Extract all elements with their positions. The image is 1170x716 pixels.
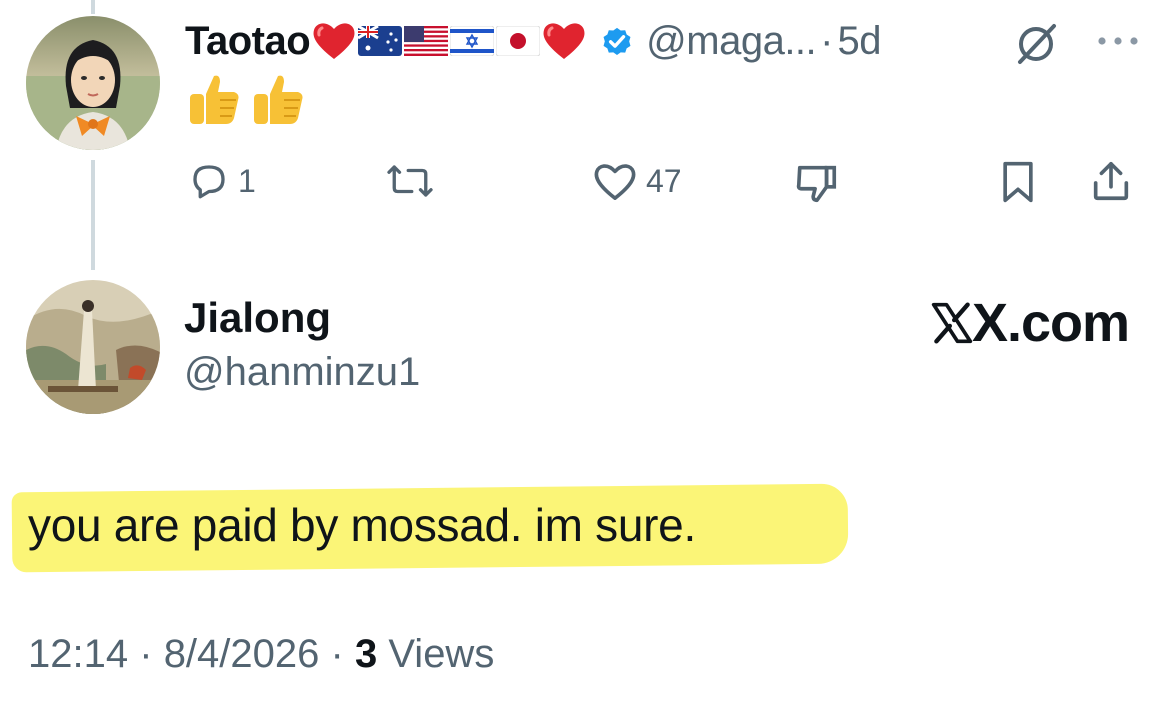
tweet-age[interactable]: 5d bbox=[838, 19, 882, 64]
parent-tweet-header: Taotao @maga... · 5d bbox=[185, 14, 881, 68]
flag-australia-icon bbox=[358, 26, 403, 56]
grok-icon[interactable] bbox=[1014, 20, 1060, 71]
reply-button[interactable]: 1 bbox=[188, 160, 256, 202]
reply-icon bbox=[193, 165, 225, 199]
views-count[interactable]: 3 bbox=[355, 632, 377, 676]
tweet-text: you are paid by mossad. im sure. bbox=[28, 499, 696, 551]
retweet-button[interactable] bbox=[384, 160, 444, 202]
thumbs-down-icon bbox=[796, 165, 837, 203]
like-button[interactable]: 47 bbox=[592, 160, 682, 202]
thumbs-up-icon bbox=[184, 70, 242, 133]
x-com-text: X.com bbox=[972, 293, 1130, 353]
tweet-footer: 12:14 · 8/4/2026 · 3 Views bbox=[28, 632, 494, 677]
red-heart-icon bbox=[312, 21, 356, 61]
display-name[interactable]: Taotao bbox=[185, 19, 311, 64]
handle[interactable]: @hanminzu1 bbox=[184, 350, 420, 395]
handle[interactable]: @maga... bbox=[646, 19, 817, 64]
action-bar: 1 47 bbox=[0, 152, 1170, 208]
red-heart-icon bbox=[542, 21, 586, 61]
separator-dot: · bbox=[139, 632, 153, 676]
share-button[interactable] bbox=[1088, 158, 1134, 204]
reply-count: 1 bbox=[238, 162, 256, 199]
x-com-watermark: X.com bbox=[930, 292, 1130, 354]
share-icon bbox=[1093, 161, 1129, 201]
tweet-date[interactable]: 8/4/2026 bbox=[164, 632, 320, 676]
avatar-jialong[interactable] bbox=[26, 280, 160, 414]
flag-united-states-icon bbox=[404, 26, 449, 56]
verified-badge-icon[interactable] bbox=[600, 24, 634, 58]
separator-dot: · bbox=[820, 18, 834, 63]
x-logo-icon bbox=[931, 302, 973, 344]
bookmark-icon bbox=[1003, 161, 1033, 203]
bookmark-button[interactable] bbox=[998, 160, 1038, 204]
display-name[interactable]: Jialong bbox=[184, 294, 331, 342]
thumbs-up-icon bbox=[248, 70, 306, 133]
separator-dot: · bbox=[330, 632, 344, 676]
flag-japan-icon bbox=[496, 26, 541, 56]
thread-line-top bbox=[91, 0, 95, 14]
more-options-icon[interactable] bbox=[1096, 34, 1140, 52]
retweet-icon bbox=[387, 165, 433, 197]
like-count: 47 bbox=[646, 162, 682, 199]
flag-israel-icon bbox=[450, 26, 495, 56]
heart-icon bbox=[594, 164, 636, 200]
tweet-time[interactable]: 12:14 bbox=[28, 632, 128, 676]
tweet-body bbox=[184, 70, 306, 133]
downvote-button[interactable] bbox=[794, 160, 840, 206]
views-label: Views bbox=[388, 632, 495, 676]
avatar-taotao[interactable] bbox=[26, 16, 160, 150]
